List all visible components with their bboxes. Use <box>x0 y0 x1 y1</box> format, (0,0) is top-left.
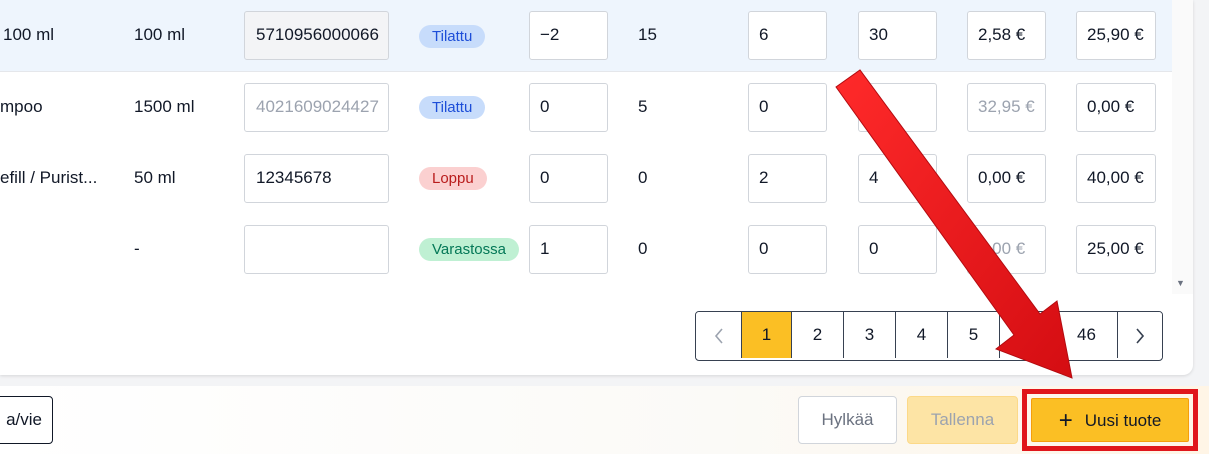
chevron-right-icon[interactable] <box>1118 312 1162 358</box>
target-stock-input[interactable]: 0 <box>858 225 937 274</box>
stock-value: 0 <box>638 239 648 258</box>
quantity-input[interactable]: −2 <box>529 11 608 60</box>
status-badge: Varastossa <box>419 238 519 261</box>
page-ellipsis <box>1000 312 1056 358</box>
page-button-last[interactable]: 46 <box>1056 312 1118 358</box>
sale-price-input[interactable]: 0,00 € <box>1076 83 1156 132</box>
min-stock-input[interactable]: 0 <box>748 83 827 132</box>
table-row[interactable]: efill / Purist... 50 ml 12345678 Loppu 0… <box>0 143 1172 215</box>
stock-value: 0 <box>638 168 648 187</box>
product-name: mpoo <box>0 97 43 116</box>
product-name: efill / Purist... <box>0 168 98 187</box>
product-size: 100 ml <box>134 25 186 44</box>
ean-field[interactable]: 12345678 <box>244 154 389 203</box>
product-size: - <box>134 239 140 258</box>
product-table-card: 100 ml 100 ml 5710956000066 Tilattu −2 1… <box>0 0 1193 375</box>
purchase-price-input[interactable]: 0,00 € <box>967 154 1046 203</box>
table-row[interactable]: 100 ml 100 ml 5710956000066 Tilattu −2 1… <box>0 0 1172 72</box>
min-stock-input[interactable]: 6 <box>748 11 827 60</box>
table-scrollbar[interactable] <box>1172 0 1193 294</box>
target-stock-input[interactable]: 30 <box>858 11 937 60</box>
target-stock-input[interactable]: 0 <box>858 83 937 132</box>
product-name: 100 ml <box>3 25 55 44</box>
product-size: 50 ml <box>134 168 176 187</box>
sale-price-input[interactable]: 25,00 € <box>1076 225 1156 274</box>
page-button-3[interactable]: 3 <box>844 312 896 358</box>
product-size: 1500 ml <box>134 97 195 116</box>
status-badge: Loppu <box>419 167 487 190</box>
save-button[interactable]: Tallenna <box>907 396 1018 444</box>
min-stock-input[interactable]: 0 <box>748 225 827 274</box>
table-row[interactable] <box>0 285 1172 294</box>
status-badge: Tilattu <box>419 96 486 119</box>
action-bar: a/vie Hylkää Tallenna + Uusi tuote <box>0 386 1209 454</box>
new-product-label: Uusi tuote <box>1084 411 1162 430</box>
plus-icon: + <box>1058 407 1073 434</box>
purchase-price-input[interactable]: 32,95 € <box>967 83 1046 132</box>
ean-field[interactable]: 5710956000066 <box>244 11 389 60</box>
quantity-input[interactable]: 0 <box>529 83 608 132</box>
reject-button[interactable]: Hylkää <box>798 396 897 444</box>
page-button-2[interactable]: 2 <box>792 312 844 358</box>
import-export-button[interactable]: a/vie <box>0 396 53 444</box>
purchase-price-input[interactable]: 2,58 € <box>967 11 1046 60</box>
purchase-price-input[interactable]: 0,00 € <box>967 225 1046 274</box>
chevron-left-icon[interactable] <box>696 312 742 358</box>
ean-field[interactable]: 4021609024427 <box>244 83 389 132</box>
min-stock-input[interactable]: 2 <box>748 154 827 203</box>
page-button-5[interactable]: 5 <box>948 312 1000 358</box>
table-row[interactable]: mpoo 1500 ml 4021609024427 Tilattu 0 5 0… <box>0 72 1172 144</box>
ean-field[interactable] <box>244 225 389 274</box>
table-body: 100 ml 100 ml 5710956000066 Tilattu −2 1… <box>0 0 1172 294</box>
stock-value: 5 <box>638 97 648 116</box>
new-product-button[interactable]: + Uusi tuote <box>1031 398 1189 442</box>
page-button-1[interactable]: 1 <box>742 312 792 358</box>
target-stock-input[interactable]: 4 <box>858 154 937 203</box>
page-button-4[interactable]: 4 <box>896 312 948 358</box>
quantity-input[interactable]: 1 <box>529 225 608 274</box>
stock-value: 15 <box>638 25 657 44</box>
sale-price-input[interactable]: 25,90 € <box>1076 11 1156 60</box>
status-badge: Tilattu <box>419 25 486 48</box>
scroll-down-icon[interactable]: ▼ <box>1176 278 1185 288</box>
sale-price-input[interactable]: 40,00 € <box>1076 154 1156 203</box>
table-row[interactable]: - Varastossa 1 0 0 0 0,00 € 25,00 € <box>0 214 1172 286</box>
pagination: 1 2 3 4 5 46 <box>695 311 1163 361</box>
quantity-input[interactable]: 0 <box>529 154 608 203</box>
